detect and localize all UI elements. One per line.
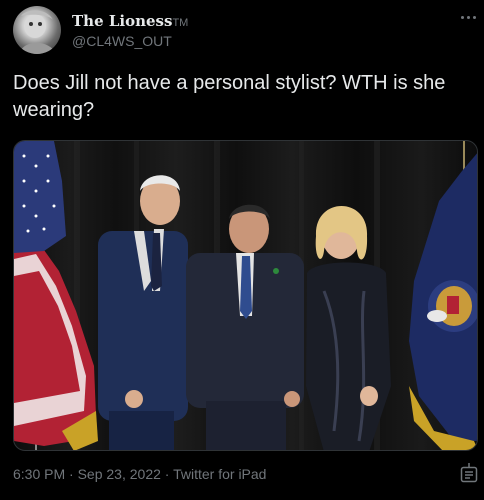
tweet-text: Does Jill not have a personal stylist? W… — [13, 72, 446, 121]
tweet-date[interactable]: Sep 23, 2022 — [78, 466, 161, 482]
author-name-suffix: TM — [172, 17, 189, 29]
author-display-name[interactable]: The LionessTM — [72, 12, 188, 30]
author-name-text: The Lioness — [72, 12, 173, 30]
share-icon-graphic — [460, 463, 478, 483]
share-icon[interactable] — [460, 463, 478, 483]
person-left — [98, 175, 188, 450]
presidential-flag — [409, 141, 477, 450]
person-center — [186, 204, 304, 450]
tweet-time[interactable]: 6:30 PM — [13, 466, 65, 482]
photo-scene — [14, 141, 477, 450]
footer-separator: · — [164, 466, 170, 482]
more-horizontal-icon[interactable] — [458, 10, 478, 24]
us-flag — [14, 141, 98, 450]
avatar-image — [19, 10, 57, 54]
tweet-photo[interactable] — [13, 140, 478, 451]
avatar[interactable] — [13, 6, 61, 54]
author-handle[interactable]: @CL4WS_OUT — [72, 33, 172, 49]
tweet-source[interactable]: Twitter for iPad — [173, 466, 266, 482]
tweet-footer: 6:30 PM · Sep 23, 2022 · Twitter for iPa… — [13, 466, 266, 482]
footer-separator: · — [69, 466, 74, 482]
